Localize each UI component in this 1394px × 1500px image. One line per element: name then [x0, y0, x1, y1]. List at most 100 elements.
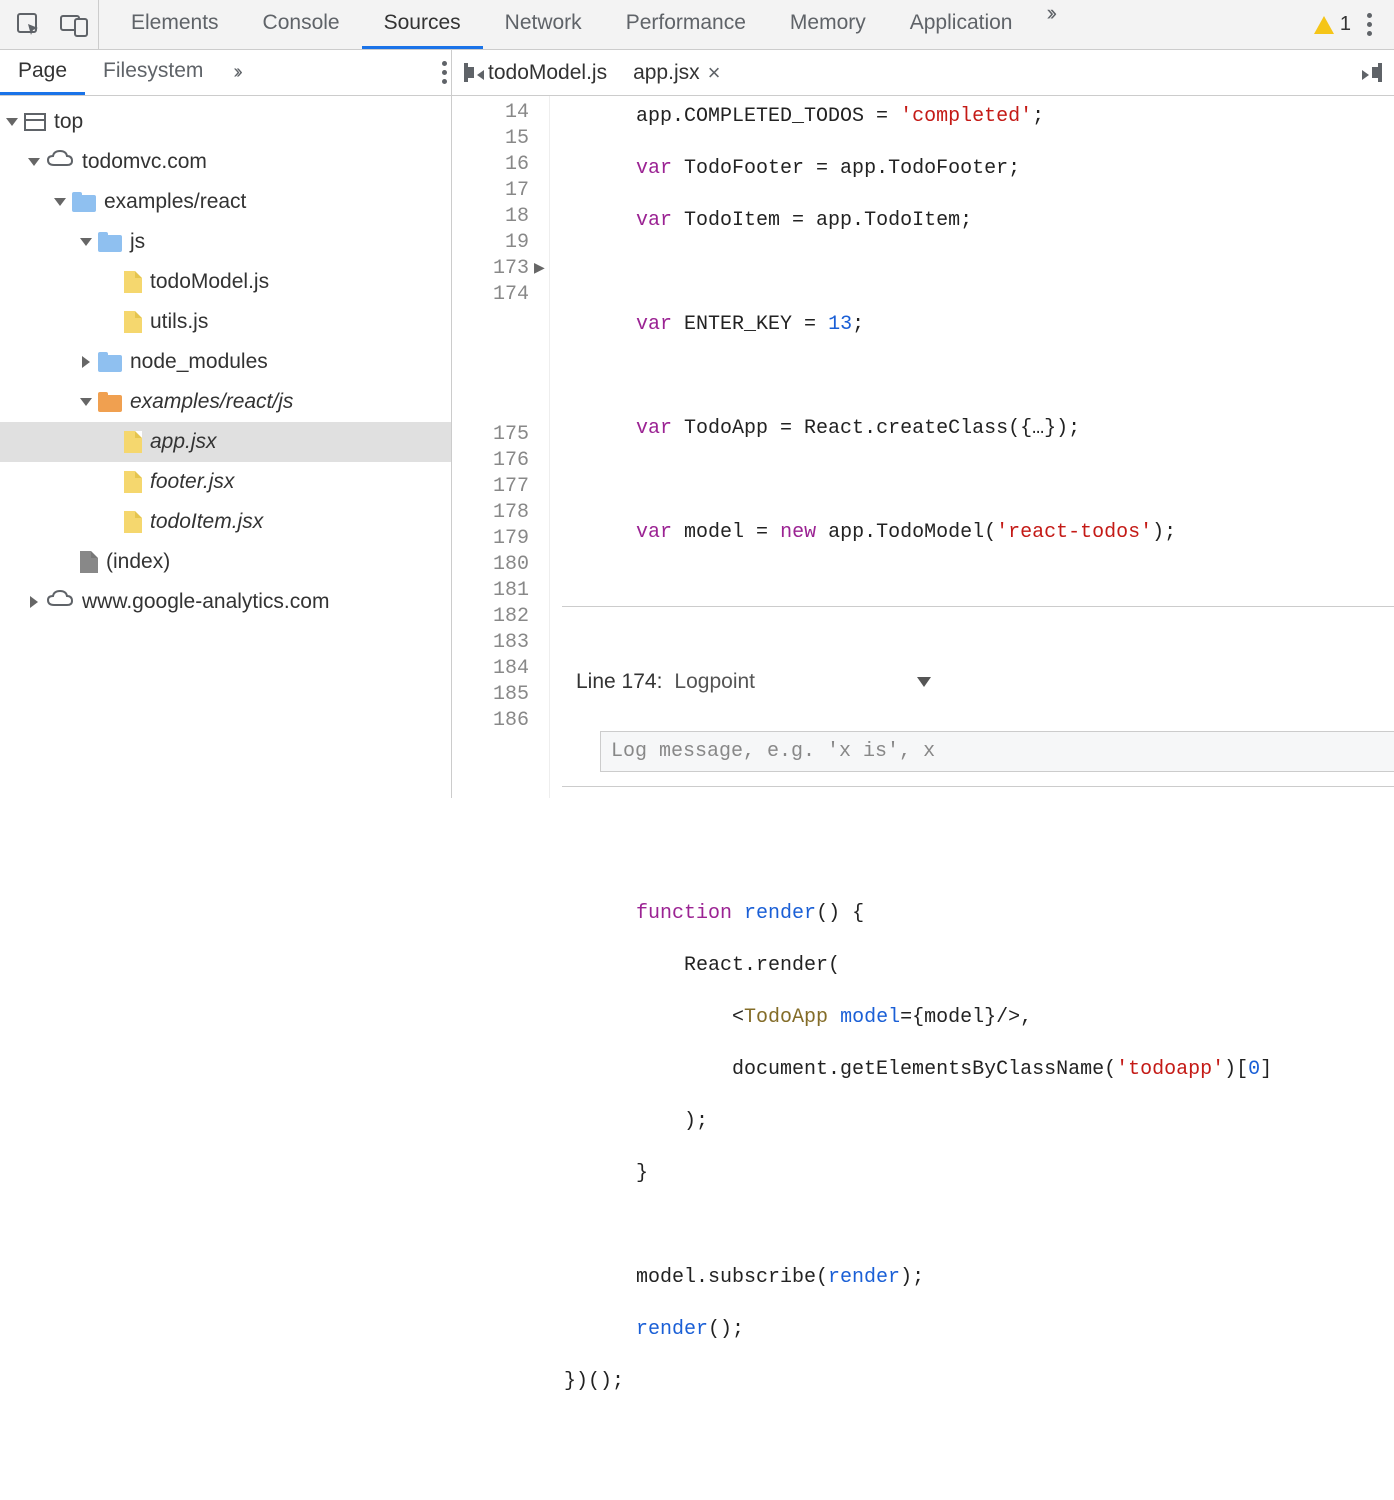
line-number[interactable]: 17	[452, 178, 529, 204]
tree-domain-ga[interactable]: www.google-analytics.com	[0, 582, 451, 622]
tree-label: todomvc.com	[82, 150, 207, 174]
disclosure-triangle-icon[interactable]	[54, 198, 66, 206]
navigator-more-icon[interactable]: ››	[221, 61, 250, 84]
tree-folder-examples[interactable]: examples/react	[0, 182, 451, 222]
line-number[interactable]: 15	[452, 126, 529, 152]
disclosure-triangle-icon[interactable]	[28, 158, 40, 166]
tree-folder-built[interactable]: examples/react/js	[0, 382, 451, 422]
file-tab-label: todoModel.js	[488, 61, 607, 85]
line-number[interactable]: 19	[452, 230, 529, 256]
line-number[interactable]: 186	[452, 708, 529, 734]
line-gutter[interactable]: 14 15 16 17 18 19 173 174 175 176 177 17…	[452, 96, 550, 798]
tree-label: todoModel.js	[150, 270, 269, 294]
tree-label: app.jsx	[150, 430, 217, 454]
line-number[interactable]: 16	[452, 152, 529, 178]
navigator-tab-filesystem[interactable]: Filesystem	[85, 50, 221, 95]
line-number[interactable]: 14	[452, 100, 529, 126]
tab-application[interactable]: Application	[888, 0, 1035, 49]
editor-tab-strip: todoModel.js app.jsx ×	[452, 50, 1394, 95]
toggle-navigator-icon[interactable]	[464, 65, 468, 80]
navigator-overflow-icon[interactable]	[438, 55, 451, 90]
code-area[interactable]: app.COMPLETED_TODOS = 'completed'; var T…	[550, 96, 1394, 798]
file-icon	[124, 511, 142, 533]
warnings-badge[interactable]: 1	[1314, 13, 1351, 36]
disclosure-triangle-icon[interactable]	[30, 596, 38, 608]
navigator-tabs: Page Filesystem ››	[0, 50, 452, 95]
dropdown-arrow-icon[interactable]	[917, 677, 931, 687]
tree-file[interactable]: footer.jsx	[0, 462, 451, 502]
tab-network[interactable]: Network	[483, 0, 604, 49]
disclosure-triangle-icon[interactable]	[82, 356, 90, 368]
line-number[interactable]: 178	[452, 500, 529, 526]
tree-folder-js[interactable]: js	[0, 222, 451, 262]
logpoint-header: Line 174: Logpoint	[576, 669, 1380, 695]
toolbar-tabs: Elements Console Sources Network Perform…	[99, 0, 1296, 49]
line-number[interactable]: 173	[452, 256, 529, 282]
folder-icon	[72, 192, 96, 212]
line-number[interactable]: 174	[452, 282, 529, 308]
more-tabs-icon[interactable]: ››	[1034, 0, 1065, 49]
disclosure-triangle-icon[interactable]	[80, 398, 92, 406]
tree-label: top	[54, 110, 83, 134]
navigator-tab-page[interactable]: Page	[0, 50, 85, 95]
code-editor[interactable]: 14 15 16 17 18 19 173 174 175 176 177 17…	[452, 96, 1394, 798]
file-icon	[124, 471, 142, 493]
line-number[interactable]: 182	[452, 604, 529, 630]
tab-performance[interactable]: Performance	[604, 0, 768, 49]
tree-label: utils.js	[150, 310, 208, 334]
warning-triangle-icon	[1314, 16, 1334, 34]
logpoint-type[interactable]: Logpoint	[674, 669, 755, 695]
file-tab-label: app.jsx	[633, 61, 700, 85]
device-icon[interactable]	[60, 13, 88, 37]
fold-toggle-icon[interactable]: ▶	[534, 256, 545, 282]
cloud-icon	[46, 589, 74, 615]
folder-icon	[98, 352, 122, 372]
file-tab-appjsx[interactable]: app.jsx ×	[627, 60, 726, 86]
toggle-debugger-icon[interactable]	[1378, 65, 1382, 80]
file-icon	[124, 311, 142, 333]
folder-icon	[98, 232, 122, 252]
tab-console[interactable]: Console	[241, 0, 362, 49]
tree-file[interactable]: utils.js	[0, 302, 451, 342]
close-icon[interactable]: ×	[708, 60, 721, 86]
tree-file[interactable]: todoModel.js	[0, 262, 451, 302]
line-number[interactable]: 184	[452, 656, 529, 682]
cloud-icon	[46, 149, 74, 175]
line-number[interactable]: 185	[452, 682, 529, 708]
line-number[interactable]: 180	[452, 552, 529, 578]
disclosure-triangle-icon[interactable]	[80, 238, 92, 246]
sources-main: top todomvc.com examples/react js todoMo…	[0, 96, 1394, 798]
line-number[interactable]: 179	[452, 526, 529, 552]
tree-label: examples/react	[104, 190, 246, 214]
file-icon	[124, 431, 142, 453]
line-number[interactable]: 175	[452, 422, 529, 448]
tab-memory[interactable]: Memory	[768, 0, 888, 49]
tab-elements[interactable]: Elements	[109, 0, 241, 49]
line-number[interactable]: 176	[452, 448, 529, 474]
tree-domain[interactable]: todomvc.com	[0, 142, 451, 182]
tree-label: todoItem.jsx	[150, 510, 263, 534]
tab-sources[interactable]: Sources	[362, 0, 483, 49]
overflow-menu-icon[interactable]	[1363, 7, 1376, 42]
line-number[interactable]: 183	[452, 630, 529, 656]
tree-label: js	[130, 230, 145, 254]
warning-count: 1	[1340, 13, 1351, 36]
disclosure-triangle-icon[interactable]	[6, 118, 18, 126]
line-number[interactable]: 177	[452, 474, 529, 500]
tree-file-selected[interactable]: app.jsx	[0, 422, 451, 462]
sources-subbar: Page Filesystem ›› todoModel.js app.jsx …	[0, 50, 1394, 96]
inspect-icon[interactable]	[16, 12, 42, 38]
tree-label: (index)	[106, 550, 170, 574]
logpoint-input[interactable]	[600, 731, 1394, 772]
tree-file-index[interactable]: (index)	[0, 542, 451, 582]
line-number[interactable]: 181	[452, 578, 529, 604]
tree-file[interactable]: todoItem.jsx	[0, 502, 451, 542]
tree-folder-nodemodules[interactable]: node_modules	[0, 342, 451, 382]
tree-top-frame[interactable]: top	[0, 102, 451, 142]
tree-label: node_modules	[130, 350, 268, 374]
file-tree[interactable]: top todomvc.com examples/react js todoMo…	[0, 96, 452, 798]
line-number[interactable]: 18	[452, 204, 529, 230]
tree-label: examples/react/js	[130, 390, 293, 414]
file-tab-todomodel[interactable]: todoModel.js	[482, 61, 613, 85]
devtools-toolbar: Elements Console Sources Network Perform…	[0, 0, 1394, 50]
